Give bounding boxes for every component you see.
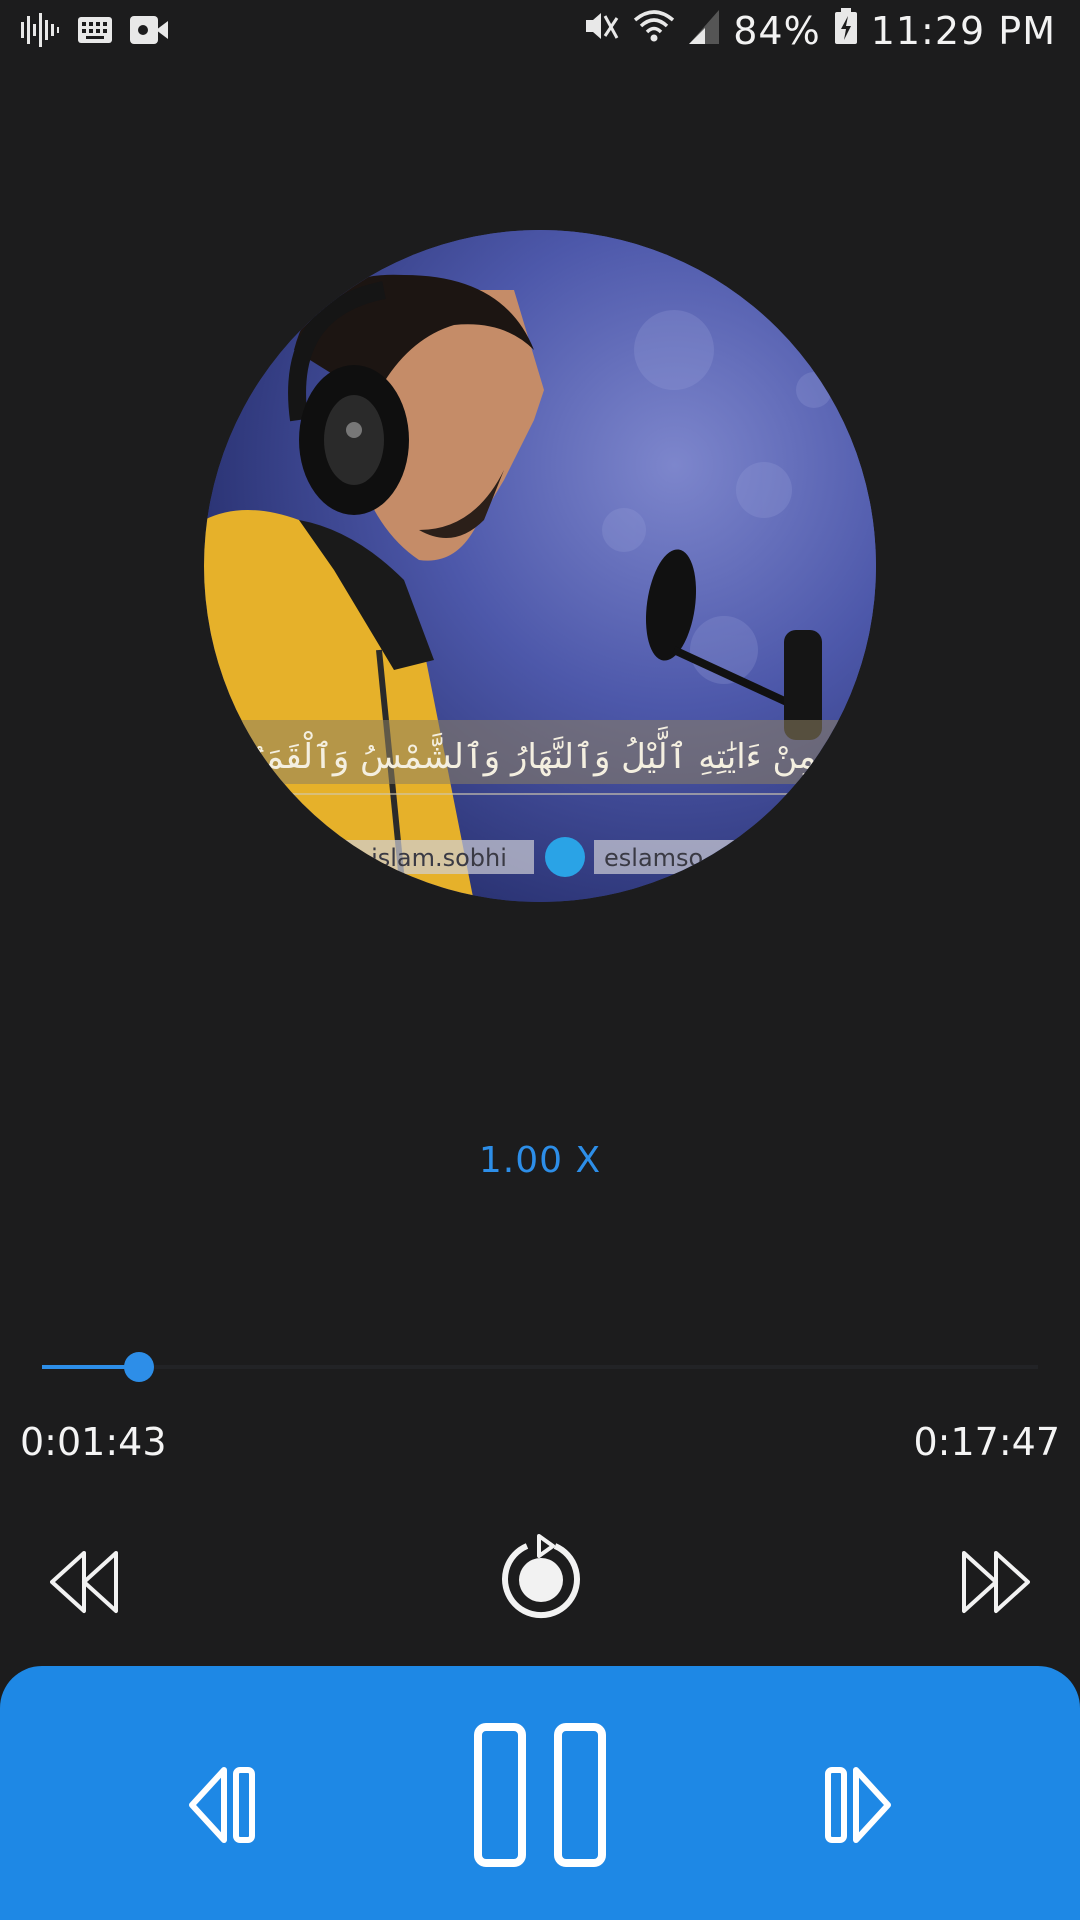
battery-charging-icon xyxy=(834,8,857,53)
repeat-button[interactable] xyxy=(496,1533,586,1627)
keyboard-icon xyxy=(78,17,112,47)
rewind-button[interactable] xyxy=(40,1538,130,1628)
status-right: 84% 11:29 PM xyxy=(583,8,1056,53)
status-bar: 84% 11:29 PM xyxy=(0,0,1080,60)
wifi-icon xyxy=(633,8,675,53)
player-screen: 84% 11:29 PM وَمِنْ ءَايَٰتِهِ ٱلَّيْلُ … xyxy=(0,0,1080,1920)
seek-thumb[interactable] xyxy=(124,1352,154,1382)
fast-forward-icon xyxy=(960,1547,1030,1620)
album-artwork: وَمِنْ ءَايَٰتِهِ ٱلَّيْلُ وَٱلنَّهَارُ … xyxy=(204,230,876,902)
artwork-handle-left: islam.sobhi xyxy=(371,844,507,872)
pause-button[interactable] xyxy=(470,1722,610,1872)
seek-bar[interactable] xyxy=(42,1352,1038,1382)
audio-wave-icon xyxy=(20,12,60,52)
pause-icon xyxy=(470,1721,610,1874)
total-time: 0:17:47 xyxy=(913,1420,1061,1464)
status-left-icons xyxy=(20,12,168,52)
rewind-icon xyxy=(50,1547,120,1620)
skip-previous-icon xyxy=(186,1760,266,1853)
repeat-icon xyxy=(499,1533,583,1627)
previous-button[interactable] xyxy=(186,1756,266,1856)
skip-next-icon xyxy=(814,1760,894,1853)
elapsed-time: 0:01:43 xyxy=(20,1420,167,1464)
fast-forward-button[interactable] xyxy=(950,1538,1040,1628)
next-button[interactable] xyxy=(814,1756,894,1856)
signal-icon xyxy=(689,9,720,53)
seek-track xyxy=(42,1365,1038,1369)
mute-icon xyxy=(583,8,619,53)
video-camera-icon xyxy=(130,16,168,48)
transport-panel xyxy=(0,1666,1080,1920)
clock: 11:29 PM xyxy=(870,8,1056,53)
artwork-handle-right: eslamso xyxy=(604,844,703,872)
playback-speed-button[interactable]: 1.00 X xyxy=(0,1140,1080,1181)
battery-percent: 84% xyxy=(733,8,821,53)
